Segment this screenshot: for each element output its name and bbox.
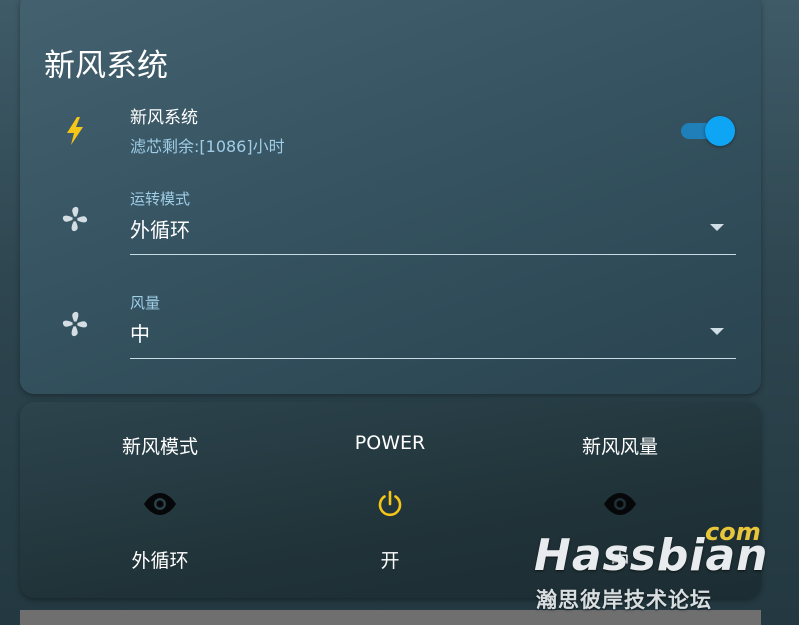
speed-select-value: 中 [130, 322, 150, 346]
card-title: 新风系统 [44, 48, 168, 84]
mode-select-label: 运转模式 [130, 190, 191, 208]
lightning-bolt-icon [55, 111, 95, 151]
eye-icon[interactable] [142, 486, 178, 522]
glance-item-speed[interactable]: 新风风量 中 [520, 402, 720, 598]
fan-icon [55, 304, 95, 344]
mode-select[interactable]: 运转模式 外循环 [130, 188, 736, 255]
glance-item-state: 中 [610, 550, 630, 572]
glance-item-title: POWER [354, 432, 426, 454]
chevron-down-icon[interactable] [710, 328, 724, 335]
glance-item-title: 新风风量 [581, 436, 658, 458]
toggle-thumb[interactable] [705, 116, 735, 146]
fan-icon [55, 199, 95, 239]
mode-select-value: 外循环 [130, 218, 190, 242]
eye-icon[interactable] [602, 486, 638, 522]
next-card-edge [20, 610, 761, 625]
power-icon[interactable] [372, 486, 408, 522]
power-toggle[interactable] [681, 116, 735, 146]
speed-select[interactable]: 风量 中 [130, 292, 736, 359]
switch-name: 新风系统 [130, 108, 198, 128]
glance-item-state: 外循环 [131, 550, 189, 572]
glance-item-title: 新风模式 [121, 436, 198, 458]
glance-item-state: 开 [380, 550, 400, 572]
glance-item-mode[interactable]: 新风模式 外循环 [60, 402, 260, 598]
chevron-down-icon[interactable] [710, 224, 724, 231]
filter-remaining-text: 滤芯剩余:[1086]小时 [130, 137, 285, 156]
speed-select-label: 风量 [130, 294, 161, 312]
glance-item-power[interactable]: POWER 开 [290, 402, 490, 598]
glance-card: 新风模式 外循环 POWER 开 新风风量 中 [20, 402, 761, 598]
